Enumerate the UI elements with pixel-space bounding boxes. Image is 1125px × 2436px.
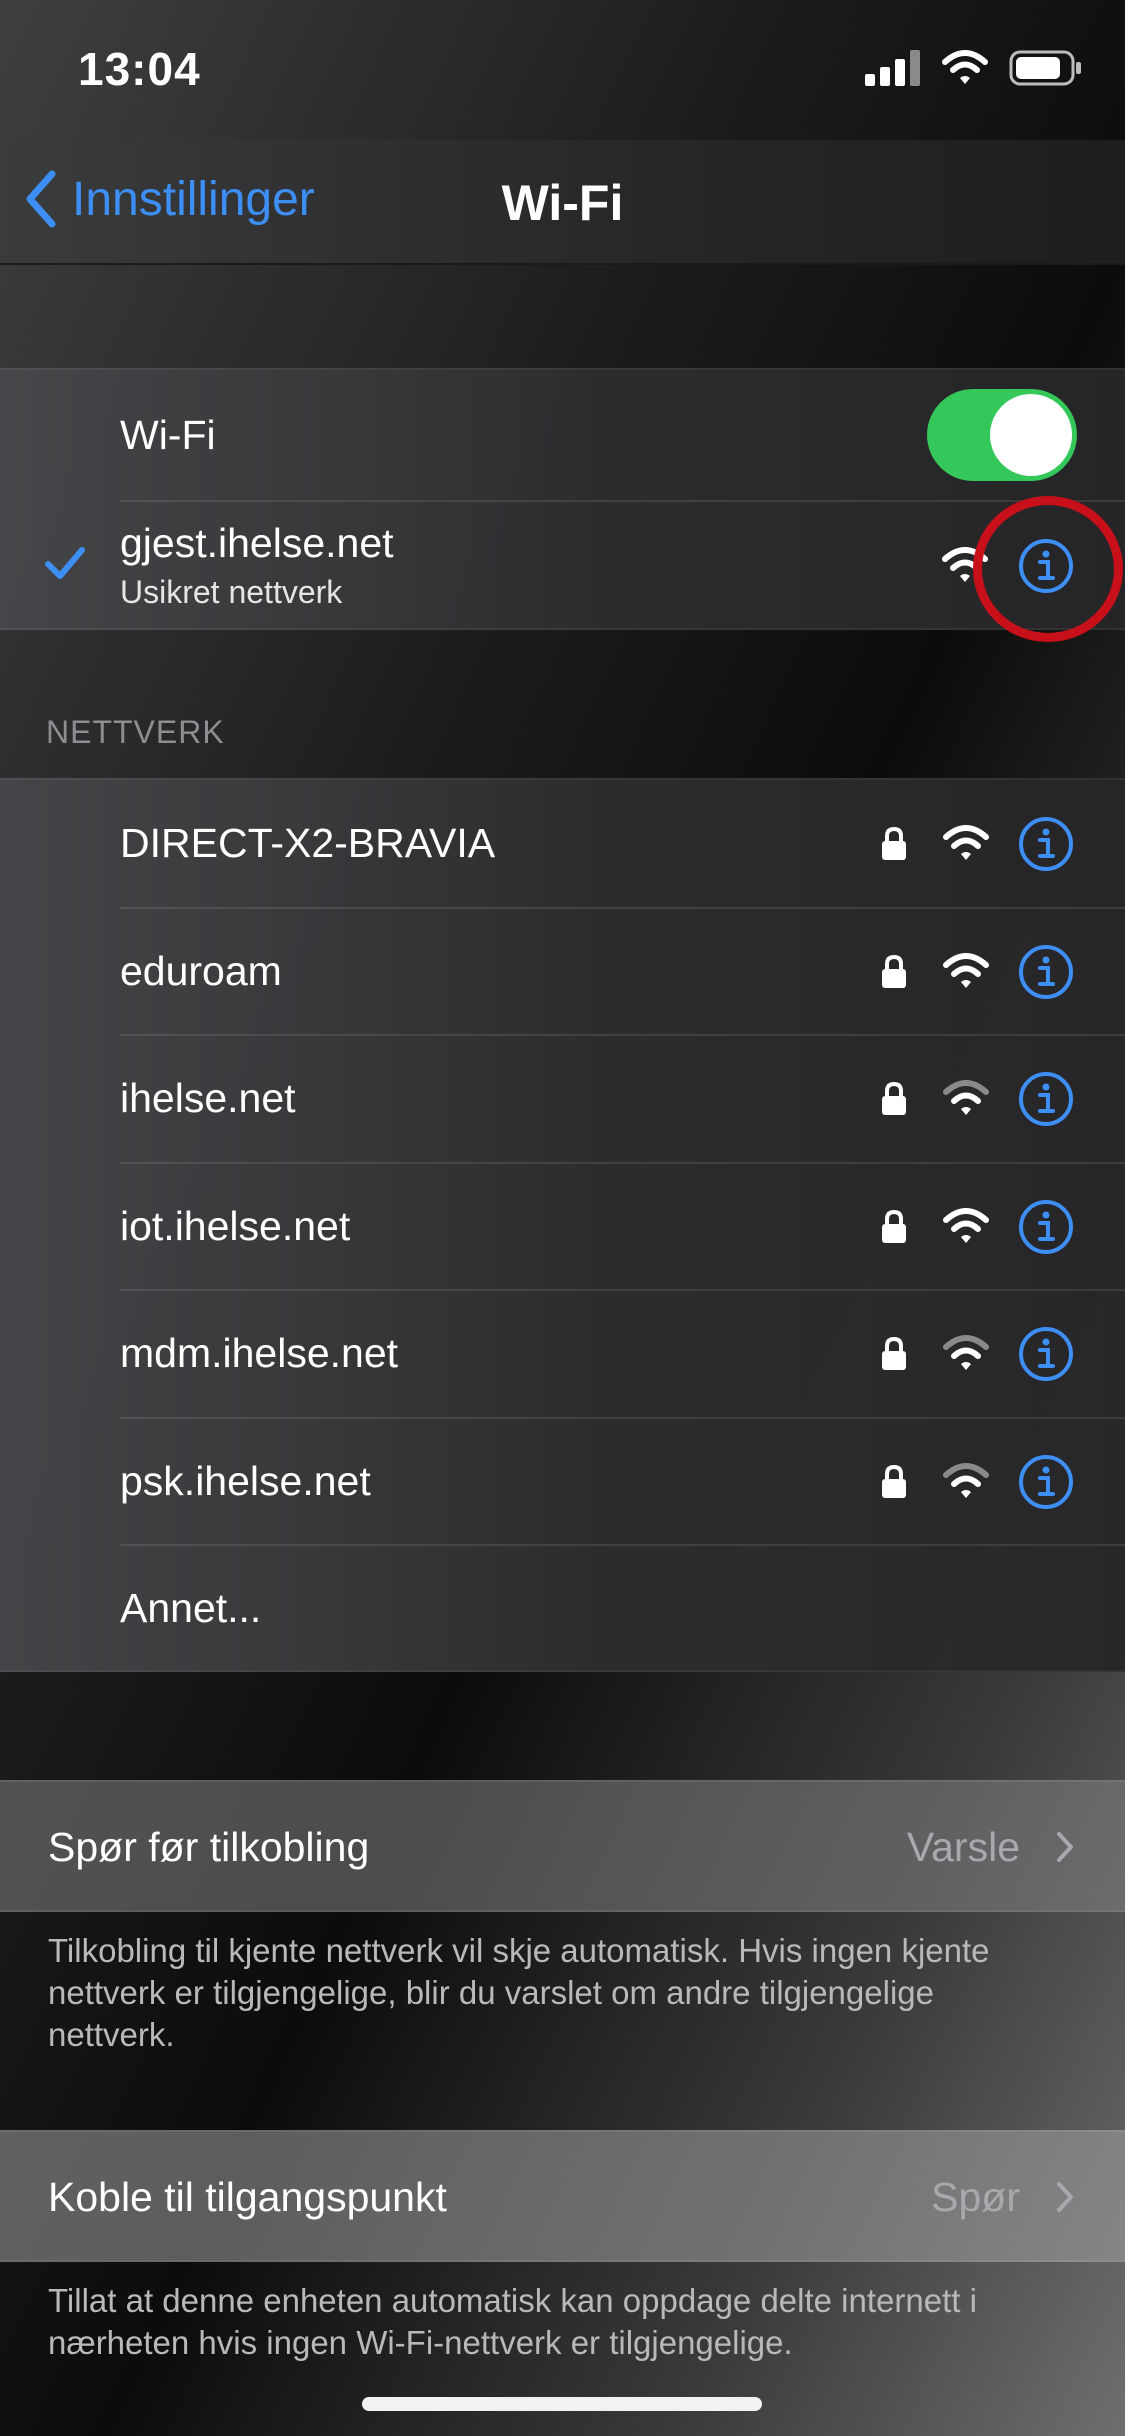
ask-to-join-label: Spør før tilkobling bbox=[48, 1824, 370, 1870]
networks-section-header: NETTVERK bbox=[46, 714, 225, 750]
battery-icon bbox=[1009, 50, 1081, 86]
chevron-right-icon bbox=[1057, 2182, 1073, 2212]
wifi-toggle[interactable] bbox=[927, 389, 1077, 481]
info-icon[interactable] bbox=[1018, 1199, 1074, 1255]
ask-to-join-footnote: Tilkobling til kjente nettverk vil skje … bbox=[48, 1932, 990, 2053]
ask-to-join-value: Varsle bbox=[906, 1824, 1020, 1870]
ask-to-join-group: Spør før tilkobling Varsle bbox=[0, 1780, 1125, 1912]
wifi-toggle-label: Wi-Fi bbox=[120, 412, 216, 458]
info-icon[interactable] bbox=[1018, 1326, 1074, 1382]
network-name: mdm.ihelse.net bbox=[120, 1330, 399, 1376]
lock-icon bbox=[882, 1209, 906, 1243]
network-row[interactable]: eduroam bbox=[0, 908, 1125, 1036]
info-icon[interactable] bbox=[1018, 1071, 1074, 1127]
lock-icon bbox=[882, 1464, 906, 1498]
lock-icon bbox=[882, 826, 906, 860]
lock-icon bbox=[882, 1336, 906, 1370]
status-time: 13:04 bbox=[78, 43, 201, 95]
home-indicator[interactable] bbox=[362, 2397, 762, 2411]
navigation-bar: Innstillinger Wi-Fi bbox=[0, 140, 1125, 265]
highlight-ring bbox=[973, 496, 1123, 642]
network-row[interactable]: mdm.ihelse.net bbox=[0, 1290, 1125, 1419]
lock-icon bbox=[882, 954, 906, 988]
page-title: Wi-Fi bbox=[501, 175, 624, 231]
hotspot-label: Koble til tilgangspunkt bbox=[48, 2174, 447, 2220]
wifi-group: Wi-Fi gjest.ihelse.net Usikret nettverk bbox=[0, 368, 1125, 630]
cellular-signal-icon bbox=[865, 50, 920, 86]
network-row[interactable]: DIRECT-X2-BRAVIA bbox=[0, 780, 1125, 909]
checkmark-icon bbox=[45, 547, 85, 579]
wifi-signal-icon bbox=[943, 825, 989, 860]
wifi-signal-icon bbox=[943, 1080, 989, 1115]
other-network-row[interactable]: Annet... bbox=[0, 1545, 1125, 1672]
network-row[interactable]: ihelse.net bbox=[0, 1035, 1125, 1164]
network-name: psk.ihelse.net bbox=[120, 1457, 371, 1504]
wifi-toggle-row: Wi-Fi bbox=[0, 370, 1125, 502]
network-row[interactable]: psk.ihelse.net bbox=[0, 1418, 1125, 1546]
lock-icon bbox=[882, 1081, 906, 1115]
chevron-right-icon bbox=[1057, 1832, 1073, 1862]
wifi-signal-icon bbox=[943, 1207, 989, 1243]
ask-to-join-row[interactable]: Spør før tilkobling Varsle bbox=[0, 1782, 1125, 1912]
status-icons bbox=[865, 50, 1083, 86]
connected-network-row[interactable]: gjest.ihelse.net Usikret nettverk bbox=[0, 502, 1125, 630]
connected-network-name: gjest.ihelse.net bbox=[120, 520, 394, 566]
hotspot-row[interactable]: Koble til tilgangspunkt Spør bbox=[0, 2132, 1125, 2262]
hotspot-footnote: Tillat at denne enheten automatisk kan o… bbox=[48, 2282, 977, 2361]
wifi-signal-icon bbox=[943, 1462, 989, 1498]
network-name: iot.ihelse.net bbox=[120, 1202, 351, 1249]
wifi-settings-screen: 13:04 Innstillinger Wi-Fi Wi-Fi gjest.ih… bbox=[0, 0, 1125, 2436]
hotspot-group: Koble til tilgangspunkt Spør bbox=[0, 2130, 1125, 2262]
status-bar: 13:04 bbox=[0, 0, 1125, 140]
network-name: DIRECT-X2-BRAVIA bbox=[120, 820, 496, 866]
network-name: ihelse.net bbox=[120, 1075, 296, 1121]
info-icon[interactable] bbox=[1018, 816, 1074, 872]
toggle-knob bbox=[990, 394, 1072, 476]
wifi-signal-icon bbox=[943, 952, 989, 988]
network-row[interactable]: iot.ihelse.net bbox=[0, 1163, 1125, 1291]
other-network-label: Annet... bbox=[120, 1585, 262, 1631]
wifi-signal-icon bbox=[943, 1335, 989, 1370]
wifi-icon bbox=[942, 50, 988, 84]
networks-list: DIRECT-X2-BRAVIA eduroam ihelse.net iot.ihe… bbox=[0, 778, 1125, 1672]
info-icon[interactable] bbox=[1018, 944, 1074, 1000]
hotspot-value: Spør bbox=[931, 2174, 1020, 2220]
info-icon[interactable] bbox=[1018, 1454, 1074, 1510]
connected-network-status: Usikret nettverk bbox=[120, 574, 343, 610]
network-name: eduroam bbox=[120, 947, 282, 994]
